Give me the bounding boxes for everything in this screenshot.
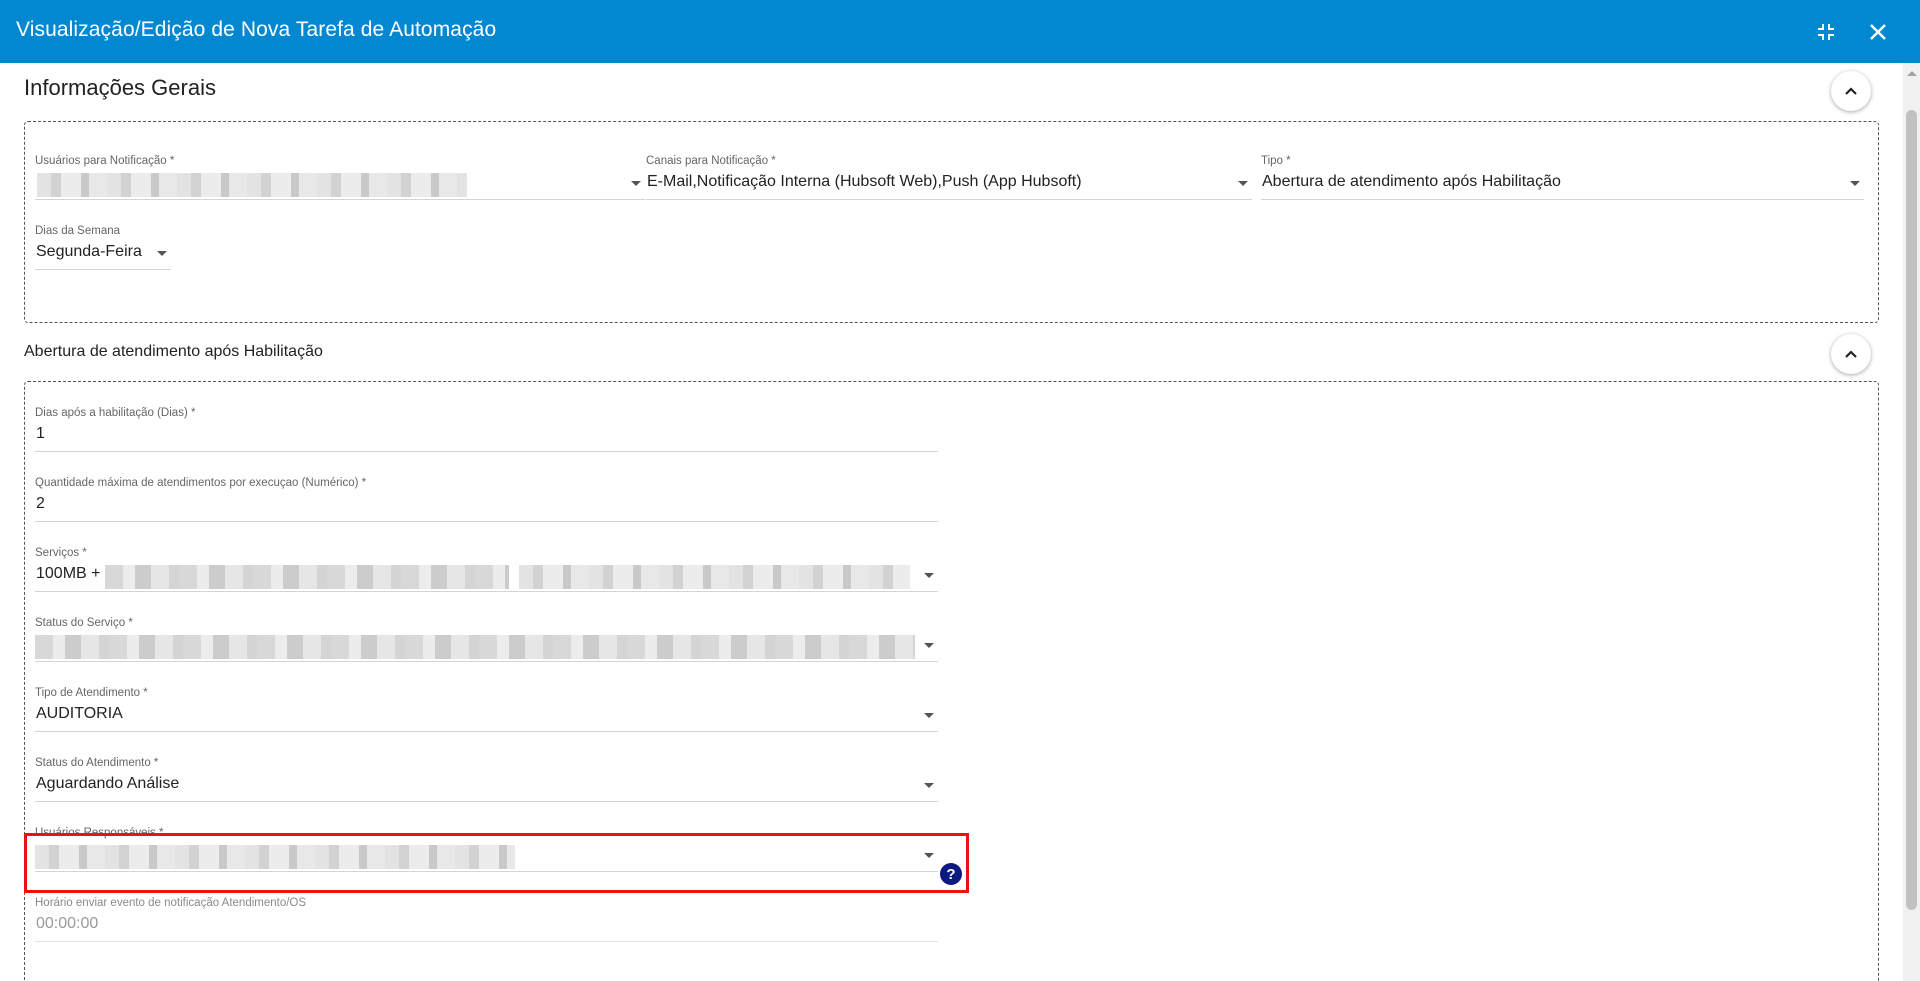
weekdays-value: Segunda-Feira: [36, 243, 142, 260]
highlight-box: [24, 833, 969, 893]
section-title-general: Informações Gerais: [24, 75, 216, 100]
chevron-up-icon: [1845, 87, 1857, 95]
service-status-label: Status do Serviço *: [35, 617, 133, 629]
ticket-type-value: AUDITORIA: [36, 705, 123, 722]
scroll-up-icon[interactable]: [1907, 71, 1917, 76]
help-icon[interactable]: ?: [940, 863, 962, 885]
services-label: Serviços *: [35, 547, 87, 559]
ticket-type-label: Tipo de Atendimento *: [35, 687, 148, 699]
dropdown-arrow-icon: [631, 181, 641, 186]
max-tickets-label: Quantidade máxima de atendimentos por ex…: [35, 477, 367, 489]
dropdown-arrow-icon: [924, 573, 934, 578]
services-value: 100MB +: [36, 565, 101, 582]
days-after-label: Dias após a habilitação (Dias) *: [35, 407, 196, 419]
redacted-value: [105, 565, 509, 589]
channels-label: Canais para Notificação *: [646, 155, 776, 167]
type-value: Abertura de atendimento após Habilitação: [1262, 173, 1561, 190]
dropdown-arrow-icon: [1238, 181, 1248, 186]
dropdown-arrow-icon: [924, 713, 934, 718]
collapse-automation-button[interactable]: [1831, 334, 1871, 374]
dropdown-arrow-icon: [1850, 181, 1860, 186]
weekdays-label: Dias da Semana: [35, 225, 121, 237]
users-notification-label: Usuários para Notificação *: [35, 155, 175, 167]
ticket-status-value: Aguardando Análise: [36, 775, 180, 792]
dialog-header: Visualização/Edição de Nova Tarefa de Au…: [0, 0, 1920, 63]
channels-value: E-Mail,Notificação Interna (Hubsoft Web)…: [647, 173, 1082, 190]
scrollbar-thumb[interactable]: [1906, 110, 1917, 910]
chevron-up-icon: [1845, 350, 1857, 358]
days-after-value: 1: [36, 425, 45, 442]
redacted-value: [37, 173, 467, 197]
compress-icon[interactable]: [1808, 14, 1844, 50]
ticket-status-label: Status do Atendimento *: [35, 757, 159, 769]
dropdown-arrow-icon: [157, 251, 167, 256]
type-label: Tipo *: [1261, 155, 1291, 167]
redacted-value: [519, 565, 910, 589]
redacted-value: [35, 635, 915, 659]
vertical-scrollbar[interactable]: [1903, 63, 1920, 981]
section-title-automation: Abertura de atendimento após Habilitação: [24, 343, 323, 360]
dialog-title: Visualização/Edição de Nova Tarefa de Au…: [16, 18, 497, 41]
notification-time-input[interactable]: 00:00:00: [36, 915, 98, 933]
max-tickets-value: 2: [36, 495, 45, 512]
notification-time-label: Horário enviar evento de notificação Ate…: [35, 897, 307, 909]
general-section-box: Usuários para Notificação * Canais para …: [24, 121, 1879, 323]
dropdown-arrow-icon: [924, 783, 934, 788]
close-icon[interactable]: [1860, 14, 1896, 50]
collapse-general-button[interactable]: [1831, 71, 1871, 111]
dropdown-arrow-icon: [924, 643, 934, 648]
